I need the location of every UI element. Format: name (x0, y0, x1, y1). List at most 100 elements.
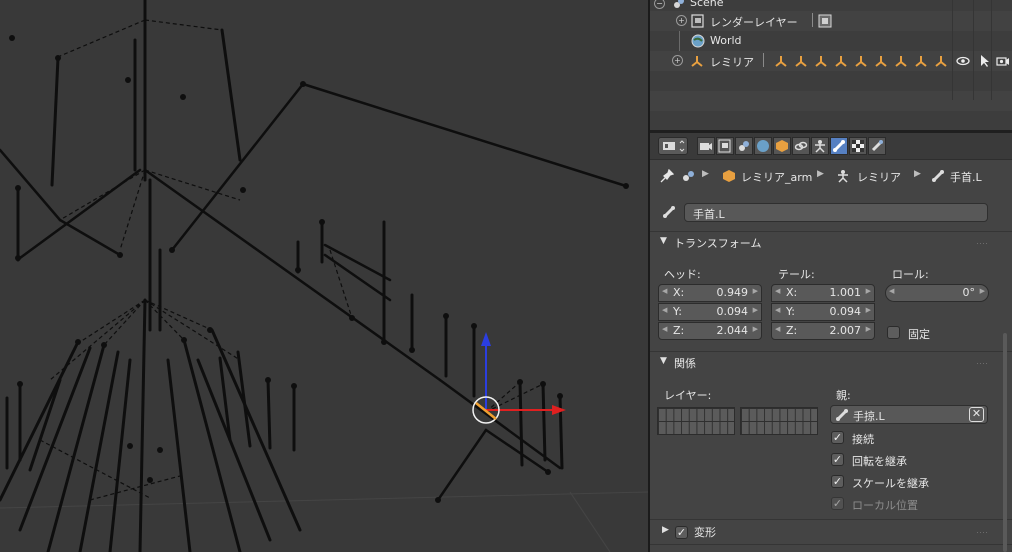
inherit-rotation-label: 回転を継承 (852, 455, 907, 468)
breadcrumb-bone: 手首.L (950, 171, 982, 184)
head-z-field[interactable]: ◀ Z: 2.044 ▶ (658, 322, 762, 340)
connected-label: 接続 (852, 433, 874, 446)
outliner[interactable]: − Scene + レンダーレイヤー World + レミリア (650, 0, 1012, 130)
deform-checkbox[interactable]: ✓ (675, 526, 688, 539)
connected-checkbox[interactable]: ✓ (831, 431, 844, 444)
armature-child-icon[interactable] (814, 54, 828, 68)
scrollbar[interactable] (1003, 333, 1007, 552)
tail-z-field[interactable]: ◀ Z: 2.007 ▶ (771, 322, 875, 340)
panel-deform-header[interactable]: ▶ ✓ 変形 (650, 522, 1012, 542)
lock-checkbox[interactable] (887, 326, 900, 339)
editor-type-button[interactable] (658, 137, 688, 155)
expand-icon[interactable]: + (676, 15, 687, 26)
column-separator (973, 0, 974, 100)
outliner-row-armature[interactable]: + レミリア (650, 51, 1012, 71)
pin-icon[interactable] (660, 169, 674, 183)
tab-scene[interactable] (735, 137, 753, 155)
panel-divider (650, 519, 1012, 520)
3d-viewport[interactable] (0, 0, 648, 552)
clear-icon[interactable]: ✕ (969, 407, 984, 422)
layers-label: レイヤー: (664, 389, 712, 402)
armature-icon (691, 56, 703, 67)
outliner-label: World (710, 34, 742, 47)
roll-field[interactable]: ◀ 0° ▶ (885, 284, 989, 302)
tab-armature-data[interactable] (811, 137, 829, 155)
properties-editor: ▶ レミリア_arm ▶ レミリア ▶ 手首.L 手首.L ▼ トランスフォーム… (650, 133, 1012, 552)
local-location-checkbox[interactable]: ✓ (831, 497, 844, 510)
checker-icon (852, 140, 864, 152)
panel-relations-header[interactable]: ▼ 関係 (650, 353, 1012, 373)
collapse-icon[interactable]: − (654, 0, 665, 9)
panel-title: 関係 (674, 357, 696, 370)
armature-icon (815, 140, 825, 153)
breadcrumb-object: レミリア_arm (741, 171, 813, 184)
tab-texture[interactable] (849, 137, 867, 155)
render-layers-icon (691, 14, 704, 28)
tab-constraints[interactable] (792, 137, 810, 155)
column-separator (991, 0, 992, 100)
drag-grip-icon[interactable] (976, 362, 988, 366)
scene-icon (674, 0, 684, 8)
bone-icon (833, 140, 845, 152)
parent-bone-field[interactable]: 手掠.L ✕ (830, 405, 988, 424)
head-label: ヘッド: (664, 268, 701, 281)
tab-render-layers[interactable] (716, 137, 734, 155)
armature-icon (838, 170, 848, 183)
column-separator (952, 0, 953, 100)
tail-y-field[interactable]: ◀ Y: 0.094 ▶ (771, 303, 875, 321)
armature-child-icon[interactable] (794, 54, 808, 68)
panel-divider (650, 544, 1012, 545)
armature-child-icon[interactable] (934, 54, 948, 68)
armature-child-icon[interactable] (914, 54, 928, 68)
armature-child-icon[interactable] (854, 54, 868, 68)
eye-icon[interactable] (956, 54, 970, 68)
panel-transform-header[interactable]: ▼ トランスフォーム (650, 233, 1012, 253)
armature-child-icon[interactable] (894, 54, 908, 68)
camera-icon (700, 143, 712, 150)
tab-world[interactable] (754, 137, 772, 155)
drag-grip-icon[interactable] (976, 242, 988, 246)
expand-triangle-icon: ▶ (662, 525, 669, 535)
expand-icon[interactable]: + (672, 55, 683, 66)
render-layers-icon (718, 139, 731, 153)
lock-label: 固定 (908, 328, 930, 341)
scene-icon (683, 171, 694, 181)
inherit-rotation-checkbox[interactable]: ✓ (831, 453, 844, 466)
tab-bone[interactable] (830, 137, 848, 155)
tab-object[interactable] (773, 137, 791, 155)
render-layer-icon[interactable] (818, 14, 832, 28)
object-icon (723, 170, 735, 182)
tab-render[interactable] (697, 137, 715, 155)
tail-x-field[interactable]: ◀ X: 1.001 ▶ (771, 284, 875, 302)
panel-title: 変形 (694, 526, 716, 539)
armature-child-icon[interactable] (774, 54, 788, 68)
outliner-row-world[interactable]: World (650, 31, 1012, 51)
inherit-scale-checkbox[interactable]: ✓ (831, 475, 844, 488)
camera-icon[interactable] (996, 54, 1010, 68)
breadcrumb-armature: レミリア (857, 171, 901, 184)
armature-child-icon[interactable] (874, 54, 888, 68)
bone-icon (663, 206, 675, 218)
divider (763, 53, 764, 67)
armature-wireframe[interactable] (0, 0, 648, 552)
chevron-right-icon: ▶ (702, 169, 709, 179)
tail-label: テール: (778, 268, 815, 281)
drag-grip-icon[interactable] (976, 531, 988, 535)
breadcrumb: ▶ レミリア_arm ▶ レミリア ▶ 手首.L (650, 165, 1012, 187)
bone-name-input[interactable]: 手首.L (684, 203, 988, 222)
parent-label: 親: (836, 389, 851, 402)
roll-label: ロール: (892, 268, 929, 281)
tab-bone-constraints[interactable] (868, 137, 886, 155)
head-x-field[interactable]: ◀ X: 0.949 ▶ (658, 284, 762, 302)
bone-icon (932, 170, 944, 182)
local-location-label: ローカル位置 (852, 499, 918, 512)
scene-icon (739, 141, 749, 151)
outliner-row-renderlayers[interactable]: + レンダーレイヤー (650, 11, 1012, 31)
panel-divider (650, 351, 1012, 352)
layer-grid-left[interactable] (657, 407, 735, 435)
panel-divider (650, 231, 1012, 232)
head-y-field[interactable]: ◀ Y: 0.094 ▶ (658, 303, 762, 321)
cursor-icon[interactable] (978, 54, 992, 68)
armature-child-icon[interactable] (834, 54, 848, 68)
layer-grid-right[interactable] (740, 407, 818, 435)
